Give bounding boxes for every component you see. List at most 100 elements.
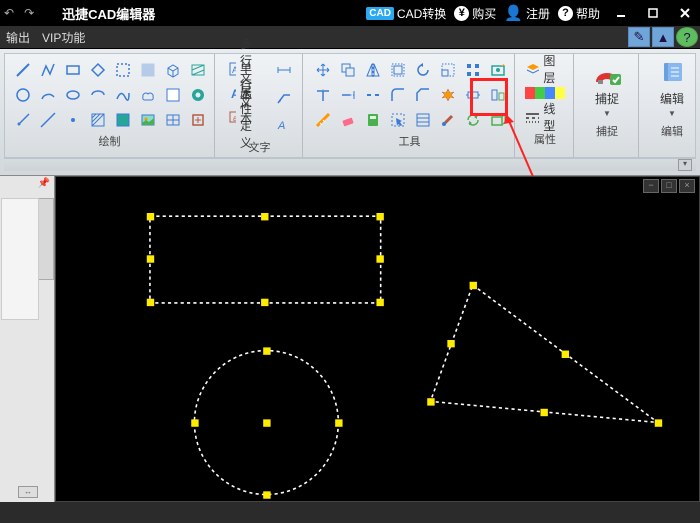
pin-icon[interactable]: 📌 bbox=[38, 178, 50, 189]
menu-bar: 输出 VIP功能 ✎ ▲ ? bbox=[0, 26, 700, 49]
arc-tool[interactable] bbox=[36, 83, 60, 107]
svg-text:A: A bbox=[277, 120, 285, 132]
group-snap-label: 捕捉 bbox=[582, 120, 632, 139]
copy-tool[interactable] bbox=[336, 58, 360, 82]
polygon-tool[interactable] bbox=[86, 58, 110, 82]
redo-icon[interactable]: ↷ bbox=[24, 6, 34, 20]
donut-tool[interactable] bbox=[186, 83, 210, 107]
text-style-tool[interactable]: A bbox=[272, 112, 296, 136]
ribbon-expand-icon[interactable]: ▾ bbox=[678, 159, 692, 171]
scale-tool[interactable] bbox=[436, 58, 460, 82]
measure-tool[interactable] bbox=[311, 108, 335, 132]
side-collapse-icon[interactable]: ↔ bbox=[18, 486, 38, 498]
circle-tool[interactable] bbox=[11, 83, 35, 107]
chamfer-tool[interactable] bbox=[411, 83, 435, 107]
boundary-tool[interactable] bbox=[111, 58, 135, 82]
selection-tool[interactable] bbox=[386, 108, 410, 132]
extend-tool[interactable] bbox=[336, 83, 360, 107]
make-block-tool[interactable] bbox=[486, 58, 510, 82]
linetype-button[interactable]: 线型 bbox=[523, 106, 567, 128]
maximize-button[interactable] bbox=[642, 4, 664, 22]
layer-button[interactable]: 图层 bbox=[523, 58, 567, 80]
line-tool[interactable] bbox=[11, 58, 35, 82]
style-icon[interactable]: ▲ bbox=[652, 27, 674, 47]
solid-fill-tool[interactable] bbox=[111, 108, 135, 132]
array-tool[interactable] bbox=[461, 58, 485, 82]
side-palette[interactable] bbox=[1, 198, 39, 320]
box-3d-tool[interactable] bbox=[161, 58, 185, 82]
trim-tool[interactable] bbox=[311, 83, 335, 107]
group-draw: 绘制 bbox=[5, 54, 215, 157]
attr-def-button[interactable]: a属性定义 bbox=[225, 106, 265, 128]
group-draw-label: 绘制 bbox=[11, 130, 208, 149]
menu-output[interactable]: 输出 bbox=[6, 29, 30, 46]
chevron-down-icon: ▼ bbox=[668, 109, 676, 118]
cloud-tool[interactable] bbox=[136, 83, 160, 107]
xline-tool[interactable] bbox=[36, 108, 60, 132]
canvas-min-icon[interactable]: − bbox=[643, 179, 659, 193]
ribbon: 绘制 A多行文本 A单行文本 a属性定义 A 文字 bbox=[0, 49, 700, 176]
stretch-tool[interactable] bbox=[461, 83, 485, 107]
hatch-tool[interactable] bbox=[86, 108, 110, 132]
calc-tool[interactable] bbox=[361, 108, 385, 132]
fillet-tool[interactable] bbox=[386, 83, 410, 107]
cad-convert-button[interactable]: CADCAD转换 bbox=[366, 5, 446, 22]
rotate-tool[interactable] bbox=[411, 58, 435, 82]
hatch-body-tool[interactable] bbox=[186, 58, 210, 82]
group-snap: 捕捉 ▼ 捕捉 bbox=[576, 54, 639, 157]
group-props: 图层 线型 属性 bbox=[517, 54, 574, 157]
chevron-down-icon: ▼ bbox=[603, 109, 611, 118]
drawing-canvas[interactable] bbox=[60, 195, 695, 523]
canvas-close-icon[interactable]: × bbox=[679, 179, 695, 193]
group-tools: 工具 bbox=[305, 54, 515, 157]
offset-tool[interactable] bbox=[386, 58, 410, 82]
align-tool[interactable] bbox=[486, 83, 510, 107]
group-text: A多行文本 A单行文本 a属性定义 A 文字 bbox=[217, 54, 303, 157]
block-ref-tool[interactable] bbox=[486, 108, 510, 132]
undo-icon[interactable]: ↶ bbox=[4, 6, 14, 20]
ray-tool[interactable] bbox=[11, 108, 35, 132]
refresh-tool[interactable] bbox=[461, 108, 485, 132]
wipeout-tool[interactable] bbox=[161, 83, 185, 107]
dimension-tool[interactable] bbox=[272, 58, 296, 82]
side-tab[interactable] bbox=[38, 198, 54, 280]
move-tool[interactable] bbox=[311, 58, 335, 82]
cad-badge-icon: CAD bbox=[366, 7, 394, 20]
leader-tool[interactable] bbox=[272, 85, 296, 109]
spline-tool[interactable] bbox=[111, 83, 135, 107]
erase-tool[interactable] bbox=[336, 108, 360, 132]
break-tool[interactable] bbox=[361, 83, 385, 107]
edit-button[interactable]: 编辑 ▼ bbox=[647, 58, 697, 120]
ellipse-arc-tool[interactable] bbox=[86, 83, 110, 107]
region-tool[interactable] bbox=[136, 58, 160, 82]
info-icon[interactable]: ? bbox=[676, 27, 698, 47]
group-edit: 编辑 ▼ 编辑 bbox=[641, 54, 700, 157]
canvas-max-icon[interactable]: □ bbox=[661, 179, 677, 193]
rectangle-tool[interactable] bbox=[61, 58, 85, 82]
polyline-tool[interactable] bbox=[36, 58, 60, 82]
menu-vip[interactable]: VIP功能 bbox=[42, 29, 85, 46]
table-tool[interactable] bbox=[161, 108, 185, 132]
signature-icon[interactable]: ✎ bbox=[628, 27, 650, 47]
main-area: 📌 ↔ − □ × bbox=[0, 176, 700, 502]
match-prop-tool[interactable] bbox=[436, 108, 460, 132]
help-icon: ? bbox=[558, 6, 573, 21]
mirror-tool[interactable] bbox=[361, 58, 385, 82]
register-button[interactable]: 👤注册 bbox=[504, 4, 550, 22]
help-button[interactable]: ?帮助 bbox=[558, 5, 600, 22]
svg-text:a: a bbox=[233, 114, 236, 123]
properties-tool[interactable] bbox=[411, 108, 435, 132]
image-tool[interactable] bbox=[136, 108, 160, 132]
minimize-button[interactable] bbox=[610, 4, 632, 22]
ellipse-tool[interactable] bbox=[61, 83, 85, 107]
point-tool[interactable] bbox=[61, 108, 85, 132]
group-props-label: 属性 bbox=[523, 128, 567, 147]
insert-tool[interactable] bbox=[186, 108, 210, 132]
canvas-window: − □ × bbox=[55, 176, 700, 502]
side-panel: 📌 ↔ bbox=[0, 176, 55, 502]
close-button[interactable] bbox=[674, 4, 696, 22]
buy-button[interactable]: ¥购买 bbox=[454, 5, 496, 22]
yen-icon: ¥ bbox=[454, 6, 469, 21]
snap-button[interactable]: 捕捉 ▼ bbox=[582, 58, 632, 120]
explode-tool[interactable] bbox=[436, 83, 460, 107]
